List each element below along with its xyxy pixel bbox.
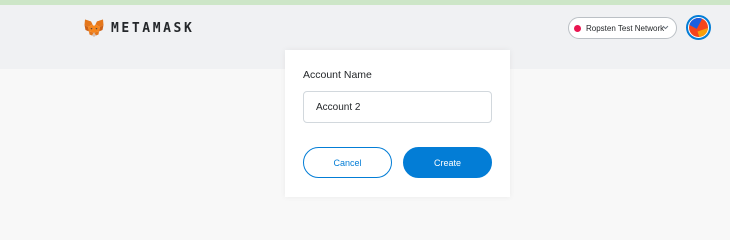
account-name-input[interactable] [303, 91, 492, 123]
cancel-button[interactable]: Cancel [303, 147, 392, 178]
chevron-down-icon [662, 25, 669, 30]
create-button[interactable]: Create [403, 147, 492, 178]
account-name-label: Account Name [303, 69, 372, 81]
account-identicon [689, 18, 708, 37]
account-menu-button[interactable] [686, 15, 711, 40]
metamask-wordmark: METAMASK [111, 20, 195, 36]
network-selector[interactable]: Ropsten Test Network [568, 17, 677, 39]
network-status-dot [574, 24, 581, 32]
network-label: Ropsten Test Network [586, 23, 665, 33]
metamask-fox-icon [84, 19, 104, 37]
new-account-card: Account Name Cancel Create [285, 50, 510, 197]
metamask-logo[interactable]: METAMASK [84, 18, 194, 38]
